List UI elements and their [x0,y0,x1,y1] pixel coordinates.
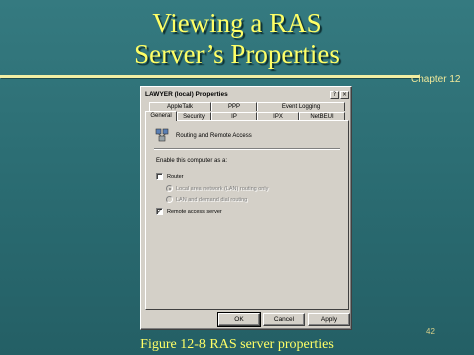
tab-ppp[interactable]: PPP [211,102,257,111]
separator [154,148,340,150]
lan-only-option[interactable]: Local area network (LAN) routing only [166,185,268,192]
chapter-label: Chapter 12 [411,74,461,85]
tab-general[interactable]: General [145,111,177,121]
dialog-titlebar[interactable]: LAWYER (local) Properties ? × [143,89,349,100]
remote-access-checkbox[interactable]: ✓ [156,208,163,215]
lan-dial-radio[interactable] [166,196,173,203]
apply-button[interactable]: Apply [308,313,350,326]
general-tab-panel: Routing and Remote Access Enable this co… [145,120,349,310]
router-checkbox[interactable] [156,173,163,180]
dialog-button-row: OK Cancel Apply [215,312,350,327]
title-rule [0,75,420,78]
slide-title: Viewing a RAS Server’s Properties [0,8,474,70]
routing-server-icon [155,128,169,142]
help-button[interactable]: ? [330,90,339,99]
close-button[interactable]: × [340,90,349,99]
lan-dial-option[interactable]: LAN and demand dial routing [166,196,247,203]
router-label: Router [167,173,184,180]
slide-title-line-2: Server’s Properties [134,39,340,69]
tab-appletalk[interactable]: AppleTalk [149,102,211,111]
figure-caption: Figure 12-8 RAS server properties [140,337,334,352]
remote-access-option[interactable]: ✓ Remote access server [156,208,222,215]
dialog-title: LAWYER (local) Properties [145,91,228,98]
tab-event-logging[interactable]: Event Logging [257,102,345,111]
slide-title-line-1: Viewing a RAS [152,8,322,38]
lan-only-label: Local area network (LAN) routing only [176,185,269,192]
lan-only-radio[interactable] [166,185,173,192]
router-option[interactable]: Router [156,173,184,180]
page-number: 42 [426,327,435,336]
panel-heading: Routing and Remote Access [176,133,252,139]
lan-dial-label: LAN and demand dial routing [176,196,248,203]
ok-button[interactable]: OK [217,312,261,327]
enable-label: Enable this computer as a: [156,158,228,164]
properties-dialog: LAWYER (local) Properties ? × AppleTalk … [140,86,352,330]
remote-access-label: Remote access server [167,208,222,215]
cancel-button[interactable]: Cancel [263,313,305,326]
